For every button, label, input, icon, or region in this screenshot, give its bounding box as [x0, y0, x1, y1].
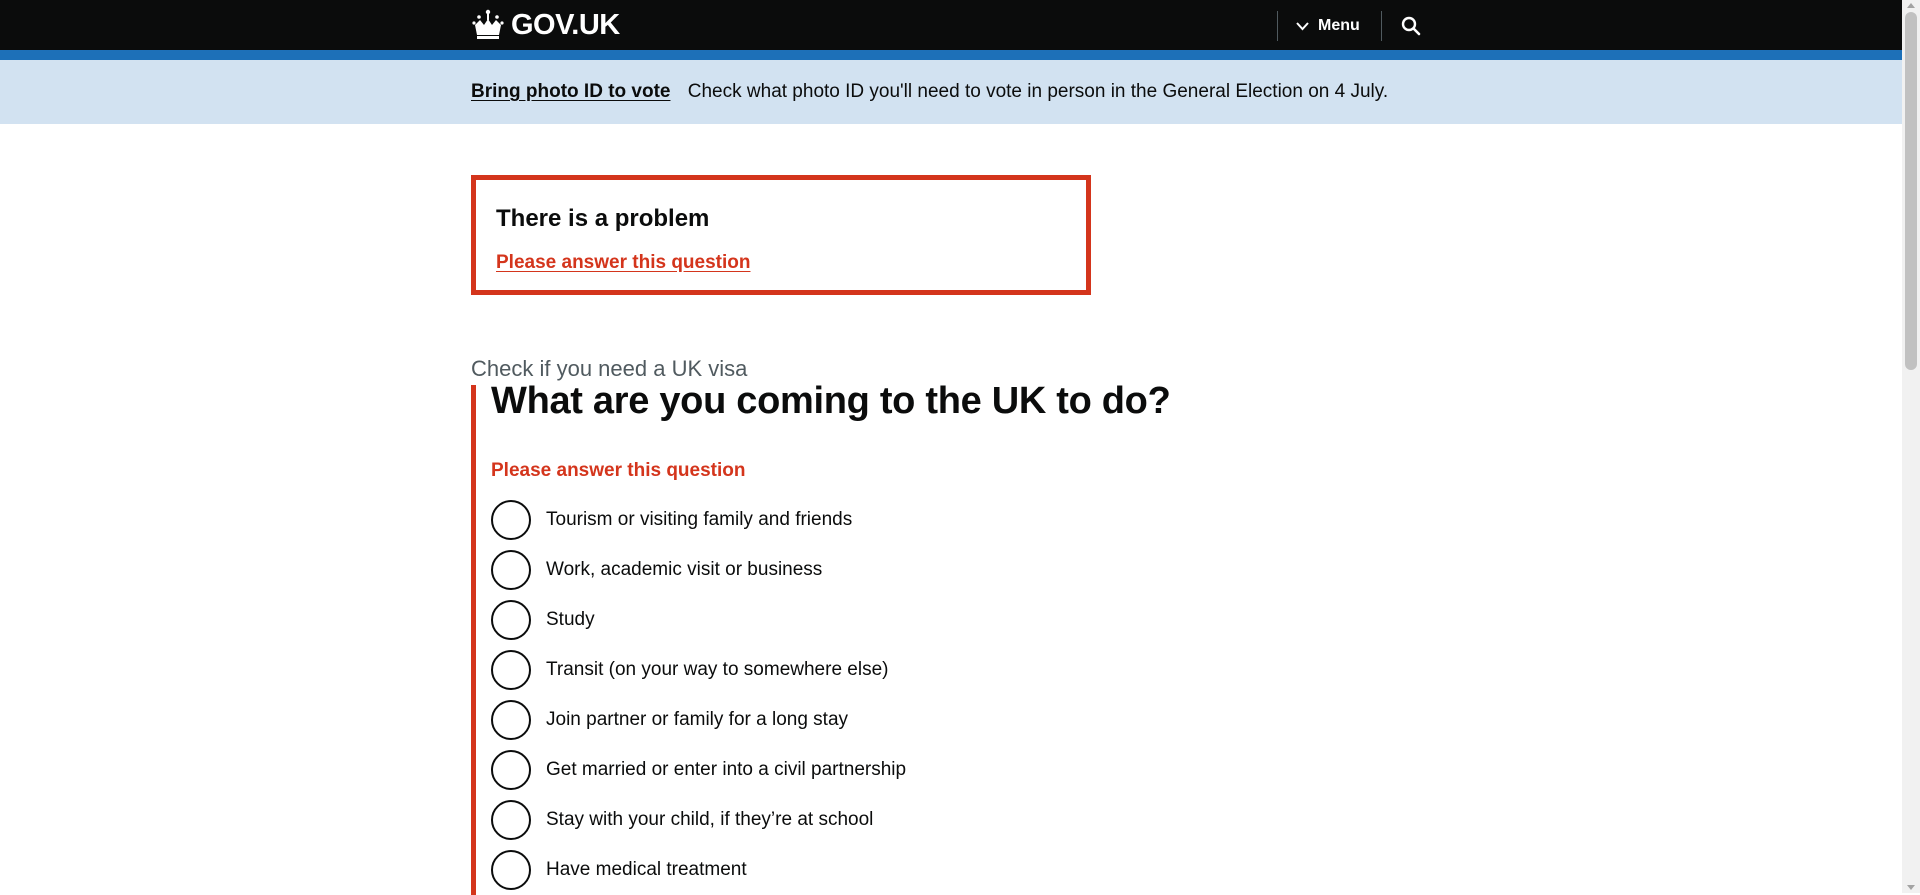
- radio-button[interactable]: [491, 600, 531, 640]
- error-summary-title: There is a problem: [496, 205, 710, 232]
- search-icon: [1401, 16, 1421, 36]
- radio-label[interactable]: Transit (on your way to somewhere else): [546, 659, 888, 681]
- header-blue-bar: [0, 50, 1902, 60]
- radio-button[interactable]: [491, 850, 531, 890]
- chevron-down-icon: [1296, 21, 1309, 30]
- menu-label: Menu: [1318, 17, 1360, 34]
- notice-message: Check what photo ID you'll need to vote …: [687, 81, 1389, 102]
- radio-label[interactable]: Study: [546, 609, 595, 631]
- radio-button[interactable]: [491, 800, 531, 840]
- nav-divider: [1381, 11, 1382, 41]
- radio-label[interactable]: Tourism or visiting family and friends: [546, 509, 852, 531]
- radio-option-transit[interactable]: Transit (on your way to somewhere else): [491, 649, 888, 691]
- govuk-logo-link[interactable]: GOV.UK: [471, 5, 620, 45]
- crown-icon: [472, 9, 504, 39]
- error-summary: There is a problem Please answer this qu…: [471, 175, 1091, 295]
- radio-option-join-family[interactable]: Join partner or family for a long stay: [491, 699, 848, 741]
- radio-option-tourism[interactable]: Tourism or visiting family and friends: [491, 499, 852, 541]
- radio-button[interactable]: [491, 700, 531, 740]
- field-error-message: Please answer this question: [491, 460, 746, 481]
- error-summary-link[interactable]: Please answer this question: [496, 252, 750, 274]
- radio-label[interactable]: Get married or enter into a civil partne…: [546, 759, 906, 781]
- scroll-down-arrow-icon[interactable]: [1907, 885, 1915, 890]
- radio-label[interactable]: Have medical treatment: [546, 859, 747, 881]
- radio-button[interactable]: [491, 650, 531, 690]
- scrollbar-thumb[interactable]: [1905, 12, 1917, 370]
- scroll-up-arrow-icon[interactable]: [1907, 3, 1915, 8]
- radio-option-study[interactable]: Study: [491, 599, 595, 641]
- page-scrollbar[interactable]: [1902, 0, 1920, 893]
- radio-option-marriage[interactable]: Get married or enter into a civil partne…: [491, 749, 906, 791]
- election-notice-banner: Bring photo ID to vote Check what photo …: [0, 60, 1902, 124]
- radio-label[interactable]: Stay with your child, if they’re at scho…: [546, 809, 873, 831]
- menu-button[interactable]: Menu: [1296, 11, 1360, 41]
- radio-option-medical[interactable]: Have medical treatment: [491, 849, 747, 891]
- page-caption: Check if you need a UK visa: [471, 356, 748, 381]
- radio-button[interactable]: [491, 750, 531, 790]
- radio-label[interactable]: Work, academic visit or business: [546, 559, 822, 581]
- site-header: GOV.UK Menu: [0, 0, 1902, 50]
- radio-option-child-school[interactable]: Stay with your child, if they’re at scho…: [491, 799, 873, 841]
- radio-option-work[interactable]: Work, academic visit or business: [491, 549, 822, 591]
- photo-id-link[interactable]: Bring photo ID to vote: [471, 81, 670, 102]
- radio-button[interactable]: [491, 500, 531, 540]
- page-title: What are you coming to the UK to do?: [491, 380, 1171, 422]
- nav-divider: [1277, 11, 1278, 41]
- notice-content: Bring photo ID to vote Check what photo …: [471, 81, 1388, 103]
- search-button[interactable]: [1396, 11, 1426, 41]
- form-group-error-bar: [471, 385, 476, 895]
- radio-button[interactable]: [491, 550, 531, 590]
- radio-label[interactable]: Join partner or family for a long stay: [546, 709, 848, 731]
- logo-text: GOV.UK: [511, 8, 620, 41]
